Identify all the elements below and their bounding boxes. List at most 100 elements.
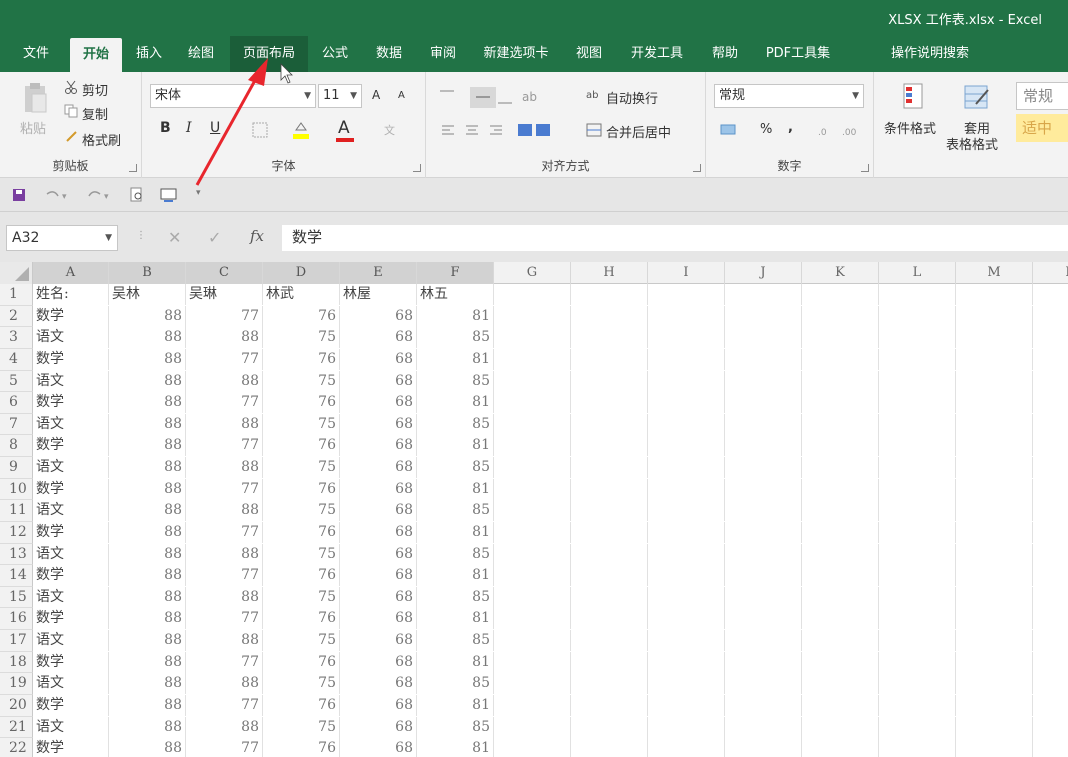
cell-e2[interactable]: 68 <box>340 305 417 327</box>
cell-e4[interactable]: 68 <box>340 348 417 370</box>
cell-g8[interactable] <box>494 435 571 457</box>
cell-f15[interactable]: 85 <box>417 586 494 608</box>
cell-m20[interactable] <box>956 694 1033 716</box>
cell-l8[interactable] <box>879 435 956 457</box>
cell-d5[interactable]: 75 <box>263 370 340 392</box>
cell-n10[interactable] <box>1033 479 1068 500</box>
cell-i5[interactable] <box>648 370 725 392</box>
cell-e22[interactable]: 68 <box>340 738 417 757</box>
cell-f11[interactable]: 85 <box>417 500 494 522</box>
column-header-e[interactable]: E <box>340 262 417 284</box>
paste-label[interactable]: 粘贴 <box>20 118 46 137</box>
tell-me-search[interactable]: 操作说明搜索 <box>882 36 978 72</box>
cell-h9[interactable] <box>571 457 648 478</box>
insert-function-icon[interactable]: fx <box>250 227 270 247</box>
row-header-22[interactable]: 22 <box>0 738 33 757</box>
cell-k3[interactable] <box>802 327 879 349</box>
cell-d9[interactable]: 75 <box>263 457 340 478</box>
cell-n20[interactable] <box>1033 695 1068 716</box>
font-launcher-icon[interactable] <box>413 164 421 172</box>
row-header-14[interactable]: 14 <box>0 565 33 587</box>
cell-e8[interactable]: 68 <box>340 435 417 457</box>
cell-g5[interactable] <box>494 370 571 392</box>
cell-h1[interactable] <box>571 284 648 305</box>
tab-page-layout[interactable]: 页面布局 <box>230 36 308 72</box>
cell-f3[interactable]: 85 <box>417 327 494 349</box>
cell-d1[interactable]: 林武 <box>263 284 340 305</box>
enter-icon[interactable]: ✓ <box>208 228 224 247</box>
cell-k4[interactable] <box>802 348 879 370</box>
cell-c13[interactable]: 88 <box>186 543 263 565</box>
cell-m6[interactable] <box>956 392 1033 414</box>
cell-m15[interactable] <box>956 586 1033 608</box>
cell-d13[interactable]: 75 <box>263 543 340 565</box>
cell-h22[interactable] <box>571 738 648 757</box>
cell-h7[interactable] <box>571 413 648 435</box>
cell-b2[interactable]: 88 <box>109 305 186 327</box>
font-name-select[interactable]: 宋体 ▼ <box>150 84 316 108</box>
cell-j15[interactable] <box>725 586 802 608</box>
vertical-align-icons[interactable] <box>438 86 512 109</box>
cell-i19[interactable] <box>648 673 725 695</box>
cell-g19[interactable] <box>494 673 571 695</box>
cell-g12[interactable] <box>494 521 571 543</box>
cell-k20[interactable] <box>802 694 879 716</box>
cell-c10[interactable]: 77 <box>186 478 263 500</box>
cell-g10[interactable] <box>494 478 571 500</box>
cell-n1[interactable] <box>1033 284 1068 305</box>
column-header-d[interactable]: D <box>263 262 340 284</box>
cell-e21[interactable]: 68 <box>340 716 417 738</box>
cell-h12[interactable] <box>571 521 648 543</box>
cell-c7[interactable]: 88 <box>186 413 263 435</box>
cell-l17[interactable] <box>879 630 956 651</box>
cell-l5[interactable] <box>879 370 956 392</box>
cell-a6[interactable]: 数学 <box>33 392 109 414</box>
cell-l19[interactable] <box>879 673 956 695</box>
cell-m4[interactable] <box>956 348 1033 370</box>
cell-d15[interactable]: 75 <box>263 586 340 608</box>
cell-k13[interactable] <box>802 543 879 565</box>
cancel-icon[interactable]: ✕ <box>168 228 184 247</box>
cell-j8[interactable] <box>725 435 802 457</box>
cell-i9[interactable] <box>648 457 725 478</box>
cell-b9[interactable]: 88 <box>109 457 186 478</box>
cell-c2[interactable]: 77 <box>186 305 263 327</box>
cell-a1[interactable]: 姓名: <box>33 284 109 305</box>
cell-b7[interactable]: 88 <box>109 413 186 435</box>
cell-n15[interactable] <box>1033 587 1068 608</box>
cell-c20[interactable]: 77 <box>186 694 263 716</box>
cell-i3[interactable] <box>648 327 725 349</box>
cell-g11[interactable] <box>494 500 571 522</box>
column-header-b[interactable]: B <box>109 262 186 284</box>
column-header-c[interactable]: C <box>186 262 263 284</box>
row-header-19[interactable]: 19 <box>0 673 33 695</box>
column-header-a[interactable]: A <box>33 262 109 284</box>
style-normal[interactable]: 常规 <box>1016 82 1068 110</box>
cut-button[interactable]: 剪切 <box>82 80 108 99</box>
cell-g4[interactable] <box>494 348 571 370</box>
cell-i15[interactable] <box>648 586 725 608</box>
tab-formulas[interactable]: 公式 <box>314 36 356 72</box>
name-box[interactable]: A32 ▼ <box>6 225 118 251</box>
cell-h6[interactable] <box>571 392 648 414</box>
row-header-18[interactable]: 18 <box>0 651 33 674</box>
cell-i1[interactable] <box>648 284 725 305</box>
cell-m21[interactable] <box>956 716 1033 738</box>
cell-n13[interactable] <box>1033 544 1068 565</box>
print-preview-icon[interactable] <box>130 187 144 203</box>
cell-h16[interactable] <box>571 608 648 630</box>
tab-insert[interactable]: 插入 <box>128 36 170 72</box>
row-header-3[interactable]: 3 <box>0 327 33 349</box>
cell-g20[interactable] <box>494 694 571 716</box>
cell-m3[interactable] <box>956 327 1033 349</box>
cell-a12[interactable]: 数学 <box>33 521 109 543</box>
cell-m9[interactable] <box>956 457 1033 478</box>
cell-j2[interactable] <box>725 305 802 327</box>
row-header-5[interactable]: 5 <box>0 370 33 393</box>
cell-j1[interactable] <box>725 284 802 305</box>
cell-i4[interactable] <box>648 348 725 370</box>
cell-c15[interactable]: 88 <box>186 586 263 608</box>
cell-f17[interactable]: 85 <box>417 630 494 651</box>
cell-j3[interactable] <box>725 327 802 349</box>
cell-c8[interactable]: 77 <box>186 435 263 457</box>
